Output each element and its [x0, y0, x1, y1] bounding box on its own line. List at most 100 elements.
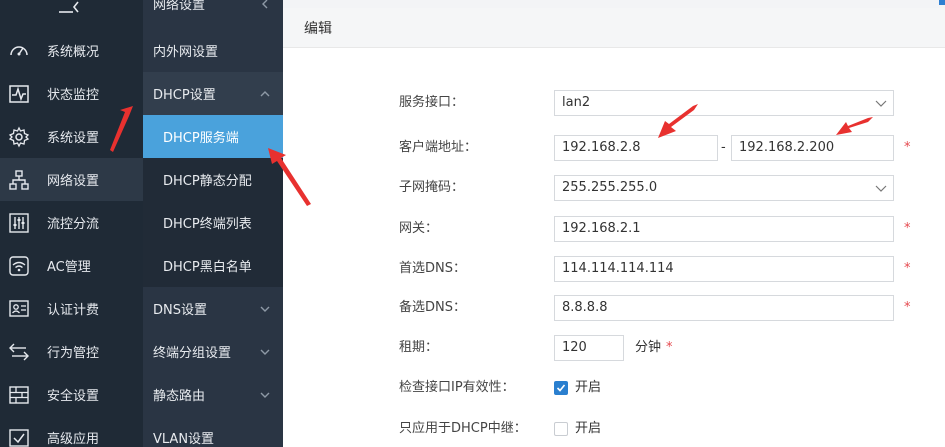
range-separator: - [721, 140, 726, 155]
check-ip-label: 检查接口IP有效性： [399, 380, 515, 395]
sidebar-item-advanced[interactable]: 高级应用 [0, 416, 143, 447]
service-interface-select[interactable]: lan2 [554, 90, 894, 116]
submenu-item-label: 内外网设置 [153, 45, 219, 60]
dhcp-relay-checkbox[interactable] [554, 422, 568, 436]
sidebar-item-ac[interactable]: AC管理 [0, 244, 143, 287]
chevron-up-icon [259, 88, 271, 100]
lease-unit: 分钟 [635, 340, 662, 355]
primary-dns-input[interactable]: 114.114.114.114 [554, 256, 894, 282]
submenu-item-label: DHCP服务端 [163, 131, 239, 146]
lease-label: 租期： [399, 340, 439, 355]
sidebar-item-label: 认证计费 [47, 303, 100, 318]
sidebar-item-flow-control[interactable]: 流控分流 [0, 201, 143, 244]
chevron-down-icon [875, 185, 887, 192]
submenu-header[interactable]: 网络设置 [143, 0, 283, 22]
panel-title: 编辑 [283, 8, 945, 48]
sidebar-item-label: 安全设置 [47, 389, 100, 404]
secondary-dns-value: 8.8.8.8 [562, 300, 608, 315]
chevron-down-icon [875, 100, 887, 107]
submenu-item-static-route[interactable]: 静态路由 [143, 373, 283, 416]
dashboard-icon [8, 40, 30, 62]
sidebar-item-label: 网络设置 [47, 174, 100, 189]
corner-indicator [939, 0, 945, 5]
subnet-mask-label: 子网掩码： [399, 180, 465, 195]
wifi-icon [8, 255, 30, 277]
submenu-item-terminal-group[interactable]: 终端分组设置 [143, 330, 283, 373]
required-mark: * [904, 261, 911, 276]
main-area: 编辑 服务接口： lan2 客户端地址： 192.168.2.8 - 192.1… [283, 0, 945, 447]
submenu-item-dhcp-clients[interactable]: DHCP终端列表 [143, 201, 283, 244]
secondary-dns-input[interactable]: 8.8.8.8 [554, 295, 894, 321]
submenu-item-label: 静态路由 [153, 389, 206, 404]
check-ip-checkbox[interactable] [554, 381, 568, 395]
primary-sidebar: 系统概况 状态监控 系统设置 网络设置 流控分流 AC管理 认证计费 行为管控 … [0, 0, 143, 447]
row-subnet-mask: 子网掩码： 255.255.255.0 [283, 175, 945, 201]
sidebar-item-security[interactable]: 安全设置 [0, 373, 143, 416]
submenu-item-dhcp-static[interactable]: DHCP静态分配 [143, 158, 283, 201]
checkbox-icon [8, 427, 30, 447]
primary-dns-value: 114.114.114.114 [562, 261, 674, 276]
submenu-item-lan-wan[interactable]: 内外网设置 [143, 29, 283, 72]
row-primary-dns: 首选DNS： 114.114.114.114 * [283, 256, 945, 282]
sliders-icon [8, 212, 30, 234]
menu-collapse-icon[interactable] [56, 0, 82, 16]
sidebar-item-system[interactable]: 系统设置 [0, 115, 143, 158]
required-mark: * [904, 300, 911, 315]
gateway-value: 192.168.2.1 [562, 221, 641, 236]
subnet-mask-value: 255.255.255.0 [562, 180, 658, 195]
sidebar-item-monitor[interactable]: 状态监控 [0, 72, 143, 115]
lease-input[interactable]: 120 [554, 335, 624, 361]
chevron-down-icon [259, 303, 271, 315]
submenu-item-dhcp-blackwhite[interactable]: DHCP黑白名单 [143, 244, 283, 287]
client-address-end-input[interactable]: 192.168.2.200 [731, 135, 894, 161]
check-ip-option[interactable]: 开启 [575, 375, 601, 401]
required-mark: * [666, 340, 673, 355]
submenu-item-label: DNS设置 [153, 303, 207, 318]
id-card-icon [8, 298, 30, 320]
submenu-item-label: DHCP终端列表 [163, 217, 252, 232]
row-lease: 租期： 120 分钟 * [283, 335, 945, 361]
firewall-icon [8, 384, 30, 406]
row-dhcp-relay: 只应用于DHCP中继： 开启 [283, 416, 945, 442]
service-interface-value: lan2 [562, 95, 591, 110]
monitor-icon [8, 83, 30, 105]
sidebar-item-label: 高级应用 [47, 432, 100, 447]
row-check-ip: 检查接口IP有效性： 开启 [283, 375, 945, 401]
submenu-item-dhcp[interactable]: DHCP设置 [143, 72, 283, 115]
submenu-item-label: VLAN设置 [153, 432, 215, 447]
submenu-item-dns[interactable]: DNS设置 [143, 287, 283, 330]
row-client-address: 客户端地址： 192.168.2.8 - 192.168.2.200 * [283, 135, 945, 161]
primary-dns-label: 首选DNS： [399, 261, 466, 276]
arrows-icon [8, 341, 30, 363]
row-gateway: 网关： 192.168.2.1 * [283, 216, 945, 242]
service-interface-label: 服务接口： [399, 95, 465, 110]
secondary-sidebar: 网络设置 内外网设置 DHCP设置 DHCP服务端 DHCP静态分配 DHCP终… [143, 0, 283, 447]
secondary-dns-label: 备选DNS： [399, 300, 466, 315]
chevron-left-icon [259, 0, 271, 10]
client-address-end-value: 192.168.2.200 [739, 140, 835, 155]
required-mark: * [904, 221, 911, 236]
lease-value: 120 [562, 340, 587, 355]
submenu-item-vlan[interactable]: VLAN设置 [143, 416, 283, 447]
submenu-item-label: DHCP静态分配 [163, 174, 252, 189]
sidebar-item-label: 流控分流 [47, 217, 100, 232]
dhcp-relay-option[interactable]: 开启 [575, 416, 601, 442]
sidebar-item-label: 状态监控 [47, 88, 100, 103]
sidebar-item-network[interactable]: 网络设置 [0, 158, 143, 201]
dhcp-relay-label: 只应用于DHCP中继： [399, 421, 527, 436]
submenu-item-dhcp-server[interactable]: DHCP服务端 [143, 115, 283, 158]
subnet-mask-select[interactable]: 255.255.255.0 [554, 175, 894, 201]
gateway-input[interactable]: 192.168.2.1 [554, 216, 894, 242]
sidebar-top [0, 0, 143, 22]
chevron-down-icon [259, 389, 271, 401]
sidebar-item-overview[interactable]: 系统概况 [0, 29, 143, 72]
submenu-header-label: 网络设置 [153, 0, 206, 13]
row-secondary-dns: 备选DNS： 8.8.8.8 * [283, 295, 945, 321]
network-icon [8, 169, 30, 191]
submenu-item-label: DHCP黑白名单 [163, 260, 252, 275]
sidebar-item-auth[interactable]: 认证计费 [0, 287, 143, 330]
sidebar-item-behavior[interactable]: 行为管控 [0, 330, 143, 373]
required-mark: * [904, 140, 911, 155]
client-address-label: 客户端地址： [399, 140, 478, 155]
client-address-start-input[interactable]: 192.168.2.8 [554, 135, 718, 161]
